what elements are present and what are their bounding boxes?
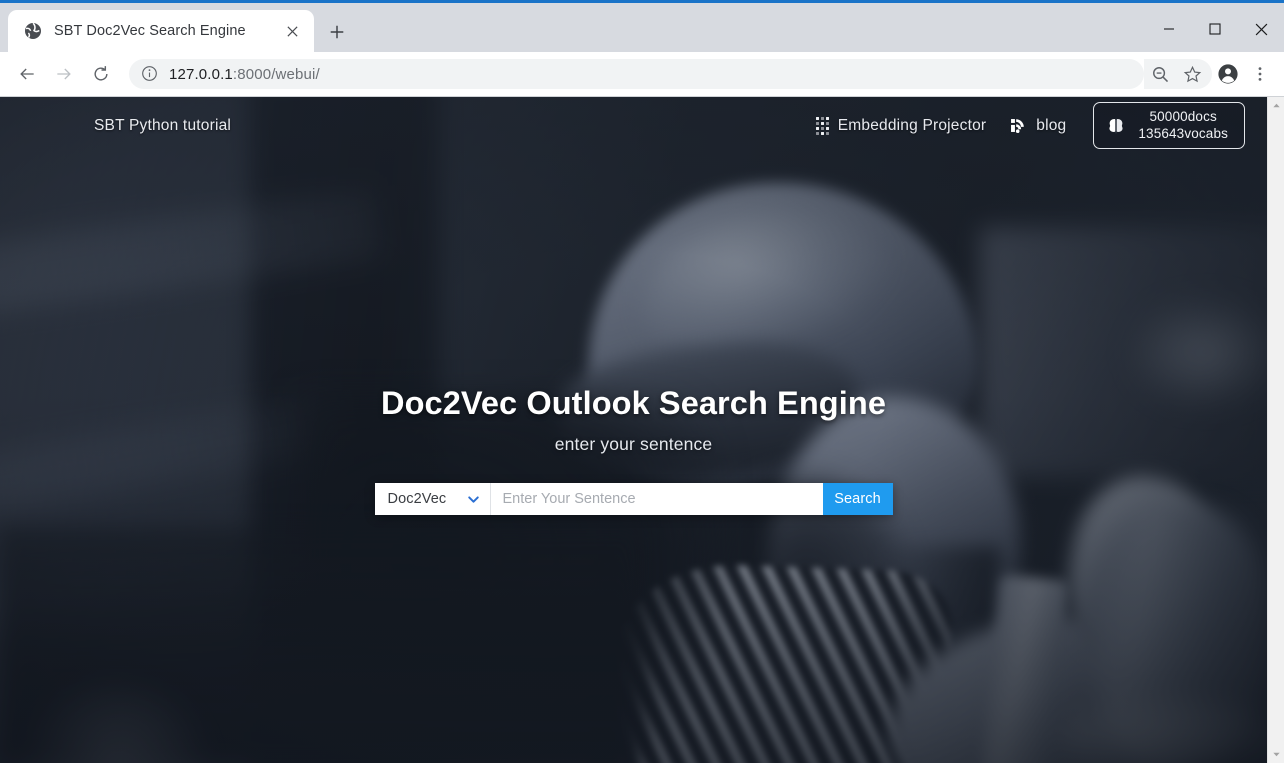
omnibox-actions bbox=[1144, 59, 1212, 89]
url-path: :8000/webui/ bbox=[232, 65, 320, 83]
page-title: Doc2Vec Outlook Search Engine bbox=[381, 385, 886, 421]
toolbar-right-icons bbox=[1144, 58, 1276, 90]
url-host: 127.0.0.1 bbox=[169, 65, 233, 83]
navbar-links: Embedding Projector blog 50000docs 13564… bbox=[805, 101, 1245, 150]
browser-toolbar: 127.0.0.1:8000/webui/ bbox=[0, 52, 1284, 97]
chevron-down-icon bbox=[467, 493, 480, 506]
window-controls bbox=[1146, 6, 1284, 52]
zoom-out-icon[interactable] bbox=[1144, 58, 1176, 90]
page-subtitle: enter your sentence bbox=[554, 434, 713, 454]
scroll-down-arrow-icon[interactable] bbox=[1268, 746, 1284, 763]
minimize-button[interactable] bbox=[1146, 6, 1192, 52]
blogger-rss-icon bbox=[1008, 116, 1027, 135]
model-select[interactable]: Doc2Vec bbox=[374, 483, 491, 515]
search-bar: Doc2Vec Search bbox=[374, 483, 893, 515]
maximize-button[interactable] bbox=[1192, 6, 1238, 52]
hero-section: SBT Python tutorial Embedding Projector … bbox=[0, 97, 1267, 763]
browser-window: SBT Doc2Vec Search Engine 127.0.0.1:8000… bbox=[0, 0, 1284, 763]
model-select-value: Doc2Vec bbox=[387, 491, 447, 507]
tab-active[interactable]: SBT Doc2Vec Search Engine bbox=[8, 10, 314, 52]
title-bar: SBT Doc2Vec Search Engine bbox=[0, 0, 1284, 52]
dot-grid-icon bbox=[815, 116, 829, 135]
address-bar[interactable]: 127.0.0.1:8000/webui/ bbox=[129, 59, 1144, 89]
nav-link-blog[interactable]: blog bbox=[997, 110, 1077, 141]
url-text: 127.0.0.1:8000/webui/ bbox=[169, 66, 320, 83]
stats-text: 50000docs 135643vocabs bbox=[1138, 109, 1228, 143]
search-button[interactable]: Search bbox=[822, 483, 893, 515]
tab-title: SBT Doc2Vec Search Engine bbox=[54, 23, 246, 39]
forward-button[interactable] bbox=[47, 57, 81, 91]
web-page: SBT Python tutorial Embedding Projector … bbox=[0, 97, 1267, 763]
tab-strip: SBT Doc2Vec Search Engine bbox=[0, 3, 1284, 52]
hero-content: Doc2Vec Outlook Search Engine enter your… bbox=[0, 97, 1267, 763]
search-input[interactable] bbox=[490, 483, 823, 515]
page-viewport: SBT Python tutorial Embedding Projector … bbox=[0, 97, 1284, 763]
nav-link-label: Embedding Projector bbox=[837, 116, 987, 134]
three-dot-menu-icon[interactable] bbox=[1244, 58, 1276, 90]
stats-badge[interactable]: 50000docs 135643vocabs bbox=[1093, 101, 1245, 150]
brain-icon bbox=[1106, 116, 1126, 136]
nav-link-label: blog bbox=[1036, 116, 1067, 134]
site-navbar: SBT Python tutorial Embedding Projector … bbox=[0, 97, 1267, 154]
nav-link-embedding-projector[interactable]: Embedding Projector bbox=[805, 111, 998, 141]
info-circle-icon[interactable] bbox=[141, 65, 159, 83]
account-avatar-icon[interactable] bbox=[1212, 58, 1244, 90]
reload-button[interactable] bbox=[84, 57, 118, 91]
globe-icon bbox=[24, 22, 42, 40]
vertical-scrollbar[interactable] bbox=[1267, 97, 1284, 763]
new-tab-button[interactable] bbox=[322, 17, 352, 47]
close-icon[interactable] bbox=[280, 19, 304, 43]
stats-vocabs: 135643vocabs bbox=[1138, 125, 1228, 141]
star-icon[interactable] bbox=[1176, 58, 1208, 90]
back-button[interactable] bbox=[10, 57, 44, 91]
navbar-brand[interactable]: SBT Python tutorial bbox=[94, 117, 231, 135]
scroll-up-arrow-icon[interactable] bbox=[1268, 97, 1284, 114]
close-button[interactable] bbox=[1238, 6, 1284, 52]
stats-docs: 50000docs bbox=[1149, 108, 1217, 124]
